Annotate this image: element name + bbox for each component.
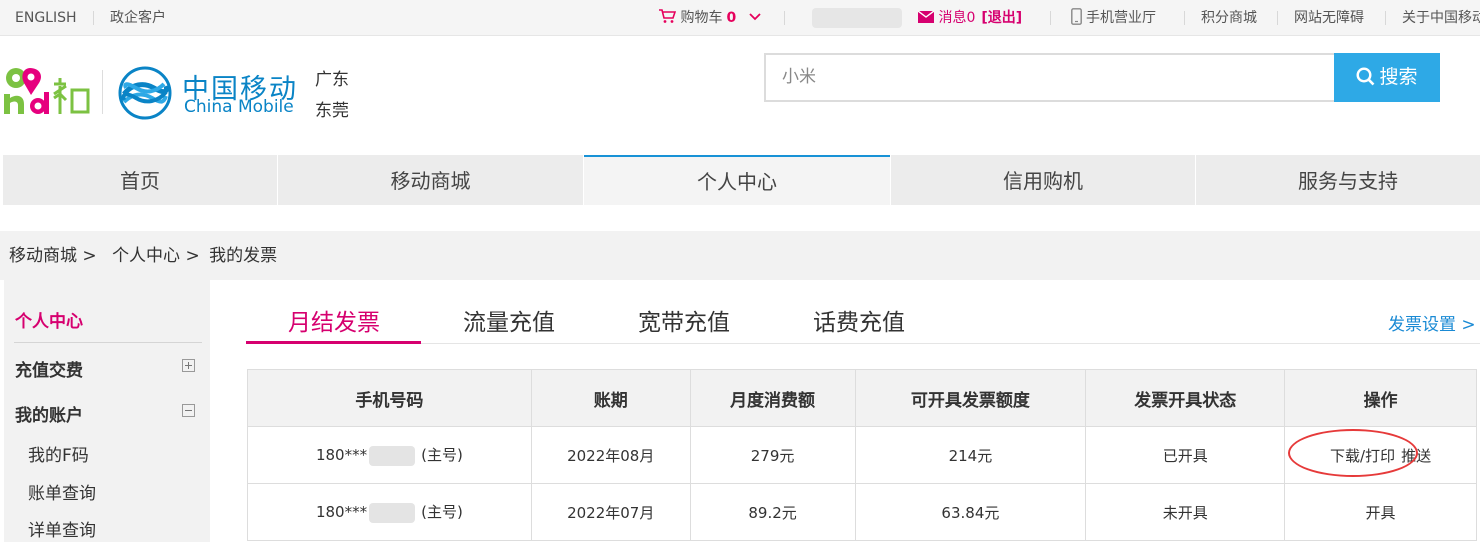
search-button[interactable]: 搜索 xyxy=(1334,53,1440,102)
table-row: 180*** (主号) 2022年08月 279元 214元 已开具 下载/打印推… xyxy=(247,426,1477,484)
spend-cell: 279元 xyxy=(689,426,856,484)
divider xyxy=(1277,11,1278,25)
messages-count: 消息0 xyxy=(938,10,976,26)
invoice-table: 手机号码 账期 月度消费额 可开具发票额度 发票开具状态 操作 180*** (主… xyxy=(247,369,1477,541)
nav-item-personal-center[interactable]: 个人中心 xyxy=(584,155,890,205)
tab-active-indicator xyxy=(246,341,421,344)
phone-icon xyxy=(1071,8,1082,25)
chevron-down-icon[interactable] xyxy=(749,13,761,21)
column-header-actions: 操作 xyxy=(1284,369,1477,427)
province-selector[interactable]: 广东 xyxy=(315,65,349,90)
column-header-limit: 可开具发票额度 xyxy=(854,369,1087,427)
nav-item-home[interactable]: 首页 xyxy=(3,155,277,205)
issue-invoice-link[interactable]: 开具 xyxy=(1366,504,1396,522)
period-cell: 2022年08月 xyxy=(530,426,691,484)
nav-item-mall[interactable]: 移动商城 xyxy=(278,155,583,205)
table-row: 180*** (主号) 2022年07月 89.2元 63.84元 未开具 开具 xyxy=(247,483,1477,541)
sidebar-title[interactable]: 个人中心 xyxy=(15,307,83,332)
phone-prefix: 180*** xyxy=(315,446,368,465)
actions-group: 下载/打印 推送 xyxy=(1288,428,1437,477)
column-header-status: 发票开具状态 xyxy=(1085,369,1286,427)
cart-label: 购物车 xyxy=(680,10,723,26)
divider xyxy=(14,342,202,343)
tab-broadband-recharge[interactable]: 宽带充值 xyxy=(638,303,730,337)
tab-data-recharge[interactable]: 流量充值 xyxy=(463,303,555,337)
expand-plus-icon[interactable] xyxy=(182,359,195,372)
accessibility-link[interactable]: 网站无障碍 xyxy=(1294,0,1364,36)
enterprise-link[interactable]: 政企客户 xyxy=(110,0,166,36)
english-link[interactable]: ENGLISH xyxy=(15,0,77,36)
breadcrumb-mall[interactable]: 移动商城 > xyxy=(9,246,97,266)
breadcrumb: 移动商城 > 个人中心 > 我的发票 xyxy=(0,231,1480,280)
status-cell: 未开具 xyxy=(1085,483,1286,541)
top-bar: ENGLISH 政企客户 购物车 0 消息0 [退出] 手机营业厅 积分商城 网站无… xyxy=(0,0,1480,36)
phone-cell: 180*** (主号) xyxy=(247,426,532,484)
divider xyxy=(1184,11,1185,25)
phone-suffix: (主号) xyxy=(421,503,463,522)
tab-monthly-invoice[interactable]: 月结发票 xyxy=(288,303,380,337)
cart-count: 0 xyxy=(726,10,737,26)
divider xyxy=(102,70,103,114)
blurred-username xyxy=(812,8,902,28)
column-header-spend: 月度消费额 xyxy=(689,369,856,427)
spend-cell: 89.2元 xyxy=(689,483,856,541)
status-cell: 已开具 xyxy=(1085,426,1286,484)
cart-link[interactable]: 购物车 0 xyxy=(658,0,761,36)
search-icon xyxy=(1356,67,1375,86)
nav-item-credit-phone[interactable]: 信用购机 xyxy=(891,155,1195,205)
city-selector[interactable]: 东莞 xyxy=(315,96,349,121)
blurred-phone-digits xyxy=(369,502,416,523)
brand-name-en: China Mobile xyxy=(184,97,294,117)
sidebar-item-bill-query[interactable]: 账单查询 xyxy=(28,479,96,504)
breadcrumb-personal-center[interactable]: 个人中心 > xyxy=(112,246,200,266)
logout-link[interactable]: [退出] xyxy=(981,10,1022,26)
annotation-circle xyxy=(1288,428,1419,477)
main-nav: 首页 移动商城 个人中心 信用购机 服务与支持 xyxy=(3,155,1480,205)
limit-cell: 214元 xyxy=(854,426,1087,484)
sidebar-item-detail-query[interactable]: 详单查询 xyxy=(28,516,96,541)
sidebar-section-recharge[interactable]: 充值交费 xyxy=(15,356,83,381)
breadcrumb-current: 我的发票 xyxy=(209,246,278,266)
actions-cell: 开具 xyxy=(1284,483,1477,541)
tab-divider xyxy=(246,343,1480,344)
tab-phone-recharge[interactable]: 话费充值 xyxy=(813,303,905,337)
column-header-period: 账期 xyxy=(530,369,691,427)
sidebar-section-my-account[interactable]: 我的账户 xyxy=(15,401,83,426)
about-link[interactable]: 关于中国移动 xyxy=(1402,0,1480,36)
phone-prefix: 180*** xyxy=(315,503,368,522)
actions-cell: 下载/打印 推送 xyxy=(1284,426,1477,484)
messages-link[interactable]: 消息0 [退出] xyxy=(917,0,1022,36)
mail-icon xyxy=(917,10,935,23)
period-cell: 2022年07月 xyxy=(530,483,691,541)
phone-cell: 180*** (主号) xyxy=(247,483,532,541)
sidebar: 个人中心 充值交费 我的账户 我的F码 账单查询 详单查询 xyxy=(4,280,210,542)
divider xyxy=(93,11,94,25)
column-header-phone: 手机号码 xyxy=(247,369,532,427)
collapse-minus-icon[interactable] xyxy=(182,404,195,417)
mobile-hall-link[interactable]: 手机营业厅 xyxy=(1071,0,1156,36)
points-mall-link[interactable]: 积分商城 xyxy=(1201,0,1257,36)
phone-suffix: (主号) xyxy=(421,446,463,465)
limit-cell: 63.84元 xyxy=(854,483,1087,541)
china-mobile-logo[interactable] xyxy=(118,66,172,120)
search-input[interactable]: 小米 xyxy=(764,53,1336,102)
blurred-phone-digits xyxy=(369,445,416,466)
divider xyxy=(1385,11,1386,25)
search-button-label: 搜索 xyxy=(1379,66,1418,88)
divider xyxy=(784,11,785,25)
sidebar-item-f-code[interactable]: 我的F码 xyxy=(28,441,89,466)
nav-item-service-support[interactable]: 服务与支持 xyxy=(1196,155,1480,205)
cart-icon xyxy=(659,9,677,23)
divider xyxy=(1050,11,1051,25)
and-he-logo[interactable] xyxy=(2,64,92,116)
mobile-hall-label: 手机营业厅 xyxy=(1086,10,1156,26)
table-header-row: 手机号码 账期 月度消费额 可开具发票额度 发票开具状态 操作 xyxy=(247,369,1477,427)
invoice-settings-link[interactable]: 发票设置 > xyxy=(1388,310,1476,335)
